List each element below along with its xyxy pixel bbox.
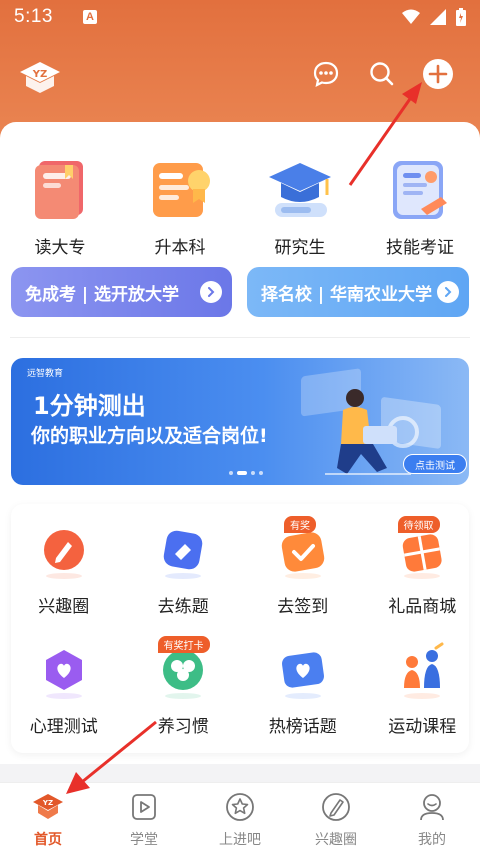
chevron-right-icon (437, 281, 459, 303)
feature-interest-circle[interactable]: 兴趣圈 (6, 522, 122, 617)
category-item-skill-cert[interactable]: 技能考证 (360, 155, 480, 258)
battery-icon (456, 8, 466, 26)
feature-label: 心理测试 (29, 717, 98, 737)
tab-progress[interactable]: 上进吧 (192, 783, 288, 853)
wifi-icon (402, 9, 420, 24)
banner-subtitle: 你的职业方向以及适合岗位! (31, 425, 268, 447)
banner-title: 1分钟测出 (33, 392, 146, 420)
category-label: 技能考证 (386, 238, 454, 258)
category-item-college[interactable]: 读大专 (0, 155, 120, 258)
chevron-right-icon (200, 281, 222, 303)
tab-label: 我的 (418, 832, 446, 848)
tab-home[interactable]: YZ 首页 (0, 783, 96, 853)
chat-icon (313, 61, 339, 87)
app-logo-icon: YZ (20, 62, 60, 93)
features-row: 心理测试 有奖打卡 养习惯 热榜话题 运动课程 (0, 636, 480, 737)
feature-label: 热榜话题 (268, 717, 337, 737)
category-row: 读大专 升本科 研究生 技能考证 (0, 155, 480, 258)
certificate-icon (153, 163, 210, 217)
features-row: 兴趣圈 去练题 有奖 去签到 待领取 礼品商城 (0, 516, 480, 617)
message-button[interactable] (310, 58, 342, 90)
license-card-icon (393, 161, 447, 219)
feature-practice[interactable]: 去练题 (126, 522, 242, 617)
status-bar: 5:13 A (0, 0, 480, 34)
tab-interest-circle[interactable]: 兴趣圈 (288, 783, 384, 853)
feature-hot-topics[interactable]: 热榜话题 (245, 642, 361, 737)
tab-label: 学堂 (130, 832, 158, 848)
status-time: 5:13 (14, 6, 53, 27)
profile-icon (420, 794, 444, 821)
graduation-cap-icon (269, 163, 331, 217)
star-icon (226, 793, 254, 821)
search-button[interactable] (366, 58, 398, 90)
add-button[interactable] (422, 58, 454, 90)
promo-button-scau[interactable]: 择名校 | 华南农业大学 (247, 267, 469, 317)
pencil-icon (43, 530, 84, 579)
signal-icon (430, 9, 446, 25)
tab-label: 兴趣圈 (315, 832, 357, 848)
tab-profile[interactable]: 我的 (384, 783, 480, 853)
book-icon (35, 161, 83, 219)
feature-label: 运动课程 (388, 717, 457, 737)
divider (10, 337, 470, 338)
feature-label: 礼品商城 (388, 597, 457, 617)
category-label: 升本科 (154, 238, 206, 258)
heart-screen-icon (281, 652, 324, 699)
search-icon (370, 62, 394, 86)
pen-circle-icon (322, 793, 350, 821)
pending-badge: 待领取 (397, 516, 440, 533)
banner-test-button[interactable]: 点击测试 (403, 454, 467, 474)
svg-text:YZ: YZ (42, 799, 53, 807)
feature-sports-course[interactable]: 运动课程 (365, 642, 480, 737)
carousel-indicator (229, 471, 263, 475)
carousel-dot (259, 471, 263, 475)
carousel-dot (251, 471, 255, 475)
sport-people-icon (404, 642, 444, 699)
reward-checkin-badge: 有奖打卡 (157, 636, 210, 653)
promo-button-open-university[interactable]: 免成考 | 选开放大学 (11, 267, 232, 317)
bottom-tab-bar: YZ 首页 学堂 上进吧 兴趣圈 我的 (0, 782, 480, 853)
tab-classroom[interactable]: 学堂 (96, 783, 192, 853)
tab-label: 首页 (34, 832, 62, 848)
feature-label: 养习惯 (157, 717, 209, 737)
category-item-bachelor[interactable]: 升本科 (120, 155, 240, 258)
promo-label: 免成考 | 选开放大学 (25, 284, 180, 305)
carousel-dot (229, 471, 233, 475)
heart-chat-icon (45, 650, 82, 699)
reward-badge: 有奖 (284, 516, 316, 533)
header-actions (310, 58, 454, 90)
banner-brand: 远智教育 (27, 369, 64, 379)
home-logo-icon: YZ (33, 794, 63, 819)
notification-icon: A (82, 10, 97, 24)
category-label: 读大专 (34, 238, 86, 258)
feature-psych-test[interactable]: 心理测试 (6, 642, 122, 737)
tab-label: 上进吧 (219, 832, 261, 848)
feature-gift-mall[interactable]: 待领取 礼品商城 (365, 516, 480, 617)
feature-checkin[interactable]: 有奖 去签到 (245, 516, 361, 617)
feature-label: 兴趣圈 (38, 597, 90, 617)
promo-label: 择名校 | 华南农业大学 (261, 284, 433, 305)
feature-label: 去签到 (277, 597, 329, 617)
carousel-dot-active (237, 471, 247, 475)
career-test-banner[interactable]: 远智教育 1分钟测出 你的职业方向以及适合岗位! 点击测试 (11, 358, 469, 485)
feature-habits[interactable]: 有奖打卡 养习惯 (126, 636, 242, 737)
play-icon (132, 794, 156, 820)
category-item-graduate[interactable]: 研究生 (240, 155, 360, 258)
feature-label: 去练题 (157, 597, 209, 617)
plus-circle-icon (423, 59, 453, 89)
logo-text: YZ (32, 69, 48, 80)
category-label: 研究生 (274, 238, 326, 258)
eraser-icon (163, 530, 203, 579)
